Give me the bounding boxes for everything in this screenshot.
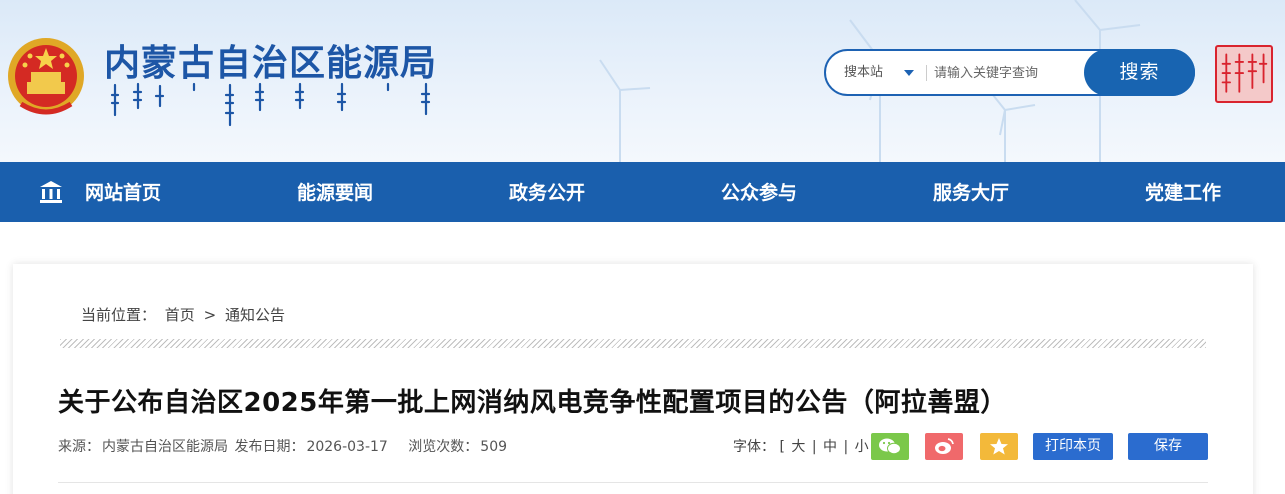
nav-item-party-building[interactable]: 党建工作	[1145, 162, 1221, 222]
search-button[interactable]: 搜索	[1084, 49, 1195, 96]
views-label: 浏览次数：	[408, 439, 479, 455]
breadcrumb-home-link[interactable]: 首页	[165, 306, 195, 324]
home-icon[interactable]	[38, 179, 64, 205]
search-scope-label: 搜本站	[844, 65, 884, 80]
share-wechat-button[interactable]	[871, 433, 909, 460]
views-value: 509	[480, 439, 508, 455]
main-nav: 网站首页 能源要闻 政务公开 公众参与 服务大厅 党建工作	[0, 162, 1285, 222]
font-size-large[interactable]: 大	[789, 439, 807, 455]
save-button[interactable]: 保存	[1128, 433, 1208, 460]
favorite-star-icon	[990, 438, 1008, 455]
breadcrumb-current-link[interactable]: 通知公告	[225, 306, 285, 324]
date-value: 2026-03-17	[306, 439, 388, 455]
font-size-label: 字体：	[733, 439, 775, 455]
hatched-divider	[60, 339, 1206, 348]
font-separator-2: |	[843, 439, 849, 455]
search-divider	[926, 65, 927, 81]
favorite-button[interactable]	[980, 433, 1018, 460]
nav-item-energy-news[interactable]: 能源要闻	[297, 162, 373, 222]
nav-item-home[interactable]: 网站首页	[85, 162, 161, 222]
weibo-icon	[935, 438, 954, 454]
breadcrumb: 当前位置： 首页 > 通知公告	[81, 304, 289, 325]
site-title[interactable]: 内蒙古自治区能源局	[104, 34, 437, 86]
font-size-small[interactable]: 小	[853, 439, 871, 455]
wechat-icon	[879, 438, 901, 455]
meta-divider	[58, 482, 1208, 483]
article-panel: 当前位置： 首页 > 通知公告 关于公布自治区2025年第一批上网消纳风电竞争性…	[13, 264, 1253, 494]
article-title: 关于公布自治区2025年第一批上网消纳风电竞争性配置项目的公告（阿拉善盟）	[58, 388, 1007, 418]
site-header: 内蒙古自治区能源局 搜本站 搜索	[0, 0, 1285, 162]
national-emblem-icon	[8, 38, 84, 115]
search-scope-select[interactable]: 搜本站	[844, 51, 914, 94]
font-separator-1: |	[811, 439, 817, 455]
font-size-switcher: 字体： [ 大 | 中 | 小 ]	[733, 436, 881, 456]
mongolian-script-subtitle	[110, 82, 431, 127]
search-box: 搜本站 搜索	[824, 49, 1195, 96]
search-input[interactable]	[934, 59, 1084, 87]
inner-mongolia-seal-icon	[1215, 45, 1273, 103]
print-button[interactable]: 打印本页	[1033, 433, 1113, 460]
share-weibo-button[interactable]	[925, 433, 963, 460]
article-meta: 来源： 内蒙古自治区能源局 发布日期： 2026-03-17 浏览次数： 509	[58, 436, 509, 456]
nav-item-service-hall[interactable]: 服务大厅	[933, 162, 1009, 222]
breadcrumb-prefix: 当前位置：	[81, 306, 157, 324]
date-label: 发布日期：	[234, 439, 305, 455]
nav-item-public-participation[interactable]: 公众参与	[721, 162, 797, 222]
font-bracket-open: [	[779, 439, 785, 455]
source-label: 来源：	[58, 439, 100, 455]
source-value: 内蒙古自治区能源局	[102, 439, 228, 455]
breadcrumb-separator: >	[203, 306, 217, 324]
font-size-medium[interactable]: 中	[821, 439, 839, 455]
nav-item-government-affairs[interactable]: 政务公开	[509, 162, 585, 222]
caret-down-icon	[904, 70, 914, 76]
